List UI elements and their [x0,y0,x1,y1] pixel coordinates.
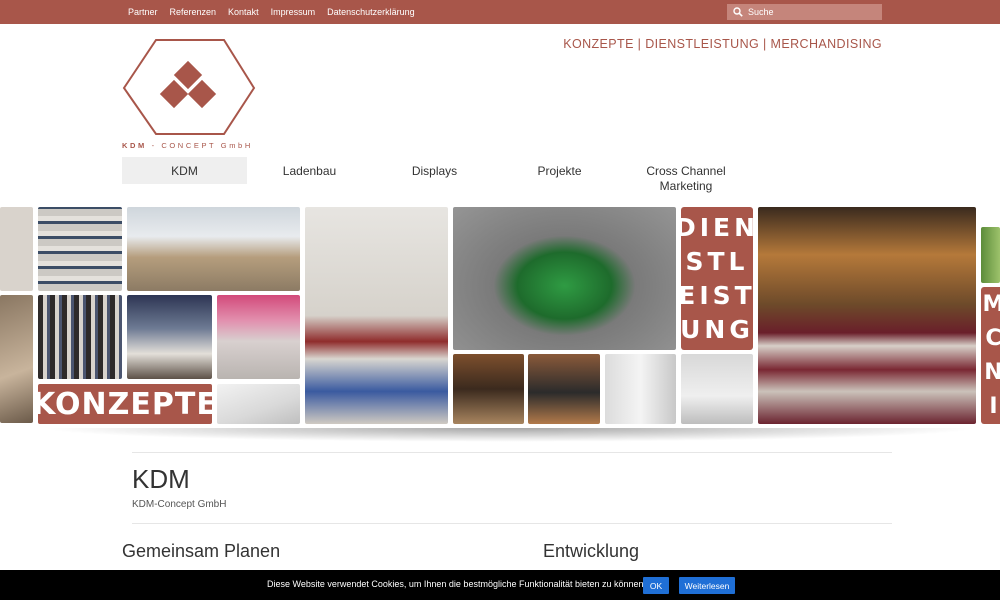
logo-wordmark: KDM - CONCEPT GmbH [122,141,253,150]
collage-tile-shelves-1 [38,207,122,291]
heading-gemeinsam-planen: Gemeinsam Planen [122,541,281,561]
merch-letter-2: C [985,325,1000,351]
dienstleistung-line-3: EIST [678,280,756,310]
collage-shadow [40,428,980,442]
top-link-kontakt[interactable]: Kontakt [228,7,259,17]
konzepte-word-tile: KONZEPTE [32,384,217,424]
collage-tile-left-edge-top [0,207,33,291]
cookie-ok-button[interactable]: OK [643,577,669,594]
search-icon [733,7,743,17]
logo-wordmark-rest: - CONCEPT GmbH [151,141,253,150]
search-box[interactable] [727,4,882,20]
top-link-datenschutz[interactable]: Datenschutzerklärung [327,7,415,17]
heading-entwicklung: Entwicklung [543,541,640,561]
collage-tile-floorplan [217,384,300,424]
top-links: Partner Referenzen Kontakt Impressum Dat… [128,0,415,24]
merch-letter-1: M [982,291,1000,317]
collage-tile-store-2 [217,295,300,379]
nav-item-displays[interactable]: Displays [372,157,497,185]
merch-letter-4: I [989,394,998,420]
collage-tile-workshop [127,207,300,291]
collage-tile-kiosk [605,354,676,424]
collage-tile-display-2 [528,354,600,424]
top-link-referenzen[interactable]: Referenzen [170,7,217,17]
nav-item-projekte[interactable]: Projekte [497,157,622,185]
dienstleistung-line-4: UNG [680,314,754,344]
collage-tile-left-edge-bottom [0,295,33,423]
collage-tile-lamps-wall [758,207,976,424]
top-link-partner[interactable]: Partner [128,7,158,17]
nav-item-kdm[interactable]: KDM [122,157,247,184]
collage-tile-shelves-2 [38,295,122,379]
collage-tile-stand [681,354,753,424]
divider-top [132,452,892,453]
cookie-text: Diese Website verwendet Cookies, um Ihne… [267,579,647,589]
cookie-more-button[interactable]: Weiterlesen [679,577,735,594]
top-bar: Partner Referenzen Kontakt Impressum Dat… [0,0,1000,24]
image-collage: KONZEPTE DIEN STL EIST UNG M C N I [0,205,1000,437]
page-title: KDM [132,464,190,494]
search-input[interactable] [748,7,868,17]
collage-tile-right-edge-top [981,227,1000,283]
divider-bottom [132,523,892,524]
logo-wordmark-bold: KDM [122,141,147,150]
konzepte-word: KONZEPTE [32,386,218,422]
page-subtitle: KDM-Concept GmbH [132,499,227,510]
collage-tile-bottle-display [453,207,676,350]
main-nav: KDM Ladenbau Displays Projekte Cross Cha… [122,157,750,193]
dienstleistung-line-1: DIEN [674,212,760,242]
merch-word-tile: M C N I [981,287,1000,424]
merch-letter-3: N [984,360,1000,386]
collage-tile-lighting-wall [305,207,448,424]
nav-item-cross-channel[interactable]: Cross Channel Marketing [622,157,750,193]
dienstleistung-word-tile: DIEN STL EIST UNG [675,207,756,350]
cookie-bar: Diese Website verwendet Cookies, um Ihne… [0,570,1000,600]
top-link-impressum[interactable]: Impressum [271,7,316,17]
dienstleistung-line-2: STL [685,246,749,276]
kdm-logo[interactable] [120,38,260,152]
collage-tile-display-1 [453,354,524,424]
collage-tile-store-1 [127,295,212,379]
tagline: KONZEPTE | DIENSTLEISTUNG | MERCHANDISIN… [563,37,882,51]
nav-item-ladenbau[interactable]: Ladenbau [247,157,372,185]
